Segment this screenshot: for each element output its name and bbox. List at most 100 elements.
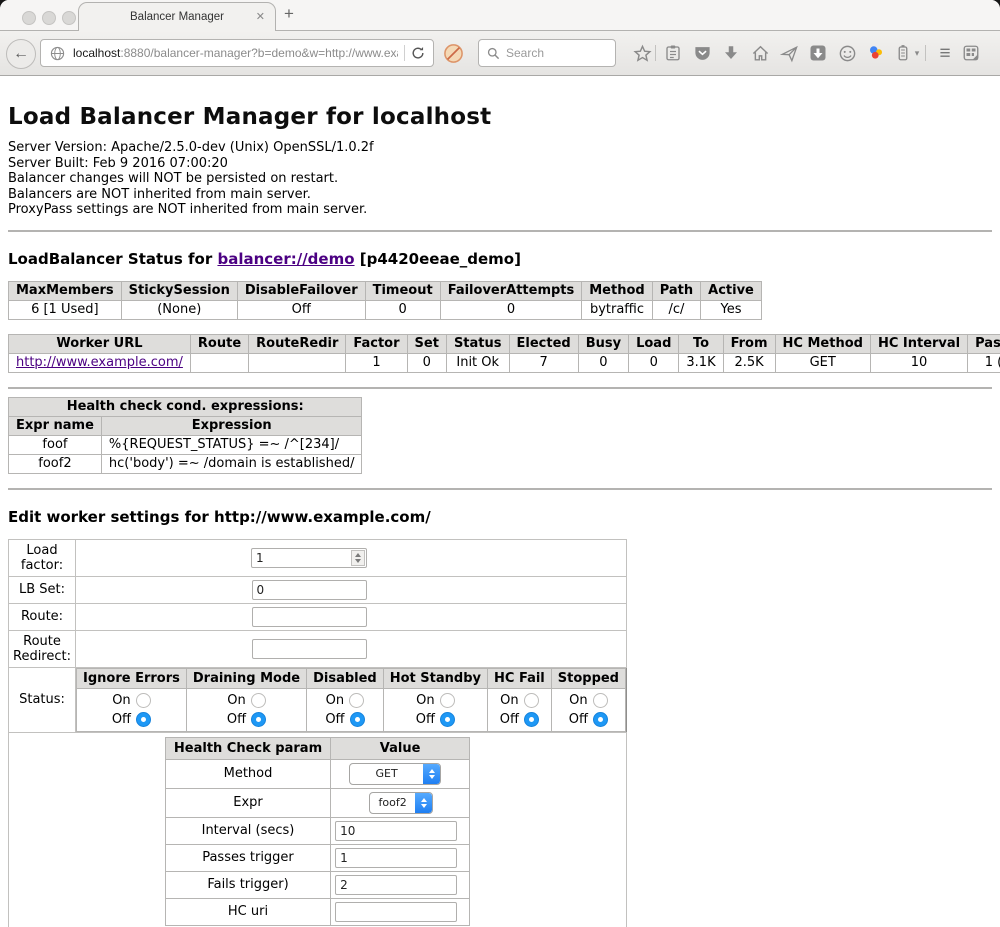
battery-extension-icon[interactable] [893, 43, 913, 63]
balancer-header-row: MaxMembers StickySession DisableFailover… [9, 281, 762, 300]
bookmarks-menu-icon[interactable] [663, 43, 683, 63]
navigation-toolbar: ← localhost:8880/balancer-manager?b=demo… [0, 31, 1000, 76]
hc-interval-row: Interval (secs) [165, 817, 469, 844]
hc-fail-on-radio[interactable] [524, 693, 539, 708]
toolbar-separator [925, 45, 926, 61]
home-icon[interactable] [750, 43, 770, 63]
worker-settings-form: Load factor: LB Set: Route: Route Redire… [8, 539, 627, 927]
pocket-icon[interactable] [692, 43, 712, 63]
stopped-off-radio[interactable] [593, 712, 608, 727]
disabled-off-radio[interactable] [350, 712, 365, 727]
loadbalancer-status-heading: LoadBalancer Status for balancer://demo … [8, 250, 992, 268]
url-divider [404, 45, 405, 61]
window-zoom-button[interactable] [62, 11, 76, 25]
lb-set-row: LB Set: [9, 576, 627, 603]
health-check-param-table: Health Check param Value Method GET [165, 737, 470, 926]
hc-fails-input[interactable] [335, 875, 457, 895]
window-minimize-button[interactable] [42, 11, 56, 25]
status-radio-row: On Off On Off On Off [77, 688, 626, 731]
balancer-status-table: MaxMembers StickySession DisableFailover… [8, 281, 762, 320]
hc-fails-label: Fails trigger) [165, 871, 330, 898]
draining-mode-off-radio[interactable] [251, 712, 266, 727]
grid-extension-icon[interactable] [961, 43, 981, 63]
hot-standby-off-radio[interactable] [440, 712, 455, 727]
select-stepper-icon [415, 793, 432, 813]
reload-icon[interactable] [411, 46, 425, 60]
browser-window: Balancer Manager ✕ + ← localhost:8880/ba… [0, 0, 1000, 927]
back-button[interactable]: ← [6, 39, 36, 69]
search-bar[interactable]: Search [478, 39, 616, 67]
divider [8, 230, 992, 232]
ignore-errors-off-radio[interactable] [136, 712, 151, 727]
hot-standby-on-radio[interactable] [440, 693, 455, 708]
bookmark-star-icon[interactable] [632, 43, 652, 63]
worker-status-table: Worker URL Route RouteRedir Factor Set S… [8, 334, 1000, 373]
hc-fails-row: Fails trigger) [165, 871, 469, 898]
inherit-note-line: Balancers are NOT inherited from main se… [8, 187, 311, 202]
persist-note-line: Balancer changes will NOT be persisted o… [8, 171, 338, 186]
lb-set-input[interactable] [252, 580, 367, 600]
globe-icon [47, 43, 67, 63]
hc-header-row: Health Check param Value [165, 737, 469, 759]
back-icon: ← [13, 45, 29, 63]
hc-method-select[interactable]: GET [349, 763, 441, 785]
route-redirect-row: Route Redirect: [9, 630, 627, 667]
disabled-on-radio[interactable] [349, 693, 364, 708]
balancer-data-row: 6 [1 Used] (None) Off 0 0 bytraffic /c/ … [9, 300, 762, 319]
hc-fail-off-radio[interactable] [524, 712, 539, 727]
download-square-icon[interactable] [808, 43, 828, 63]
proxypass-note-line: ProxyPass settings are NOT inherited fro… [8, 202, 367, 217]
edit-worker-heading: Edit worker settings for http://www.exam… [8, 508, 992, 526]
expr-row-foof: foof %{REQUEST_STATUS} =~ /^[234]/ [9, 435, 362, 454]
hc-expr-label: Expr [165, 788, 330, 817]
ignore-errors-on-radio[interactable] [136, 693, 151, 708]
select-stepper-icon [423, 764, 440, 784]
hc-uri-input[interactable] [335, 902, 457, 922]
worker-url-link[interactable]: http://www.example.com/ [16, 355, 183, 370]
hc-method-row: Method GET [165, 759, 469, 788]
tab-balancer-manager[interactable]: Balancer Manager ✕ [78, 2, 276, 31]
worker-data-row: http://www.example.com/ 1 0 Init Ok 7 0 … [9, 353, 1000, 372]
server-version-line: Server Version: Apache/2.5.0-dev (Unix) … [8, 140, 374, 155]
search-placeholder: Search [506, 46, 544, 60]
draining-mode-on-radio[interactable] [251, 693, 266, 708]
balancer-demo-link[interactable]: balancer://demo [217, 250, 354, 268]
hc-interval-label: Interval (secs) [165, 817, 330, 844]
hc-method-label: Method [165, 759, 330, 788]
divider [8, 387, 992, 389]
feedback-smiley-icon[interactable] [837, 43, 857, 63]
route-redirect-input[interactable] [252, 639, 367, 659]
hc-uri-row: HC uri [165, 898, 469, 925]
menu-icon[interactable]: ≡ [935, 43, 955, 63]
status-row: Status: Ignore Errors Draining Mode Disa… [9, 667, 627, 732]
status-header-row: Ignore Errors Draining Mode Disabled Hot… [77, 668, 626, 688]
route-input[interactable] [252, 607, 367, 627]
send-icon[interactable] [779, 43, 799, 63]
dropdown-caret-icon[interactable]: ▾ [911, 43, 923, 63]
route-label: Route: [9, 603, 76, 630]
divider [8, 488, 992, 490]
downloads-icon[interactable] [721, 43, 741, 63]
number-spinner-icon[interactable] [351, 550, 365, 566]
status-options-table: Ignore Errors Draining Mode Disabled Hot… [76, 668, 626, 732]
new-tab-button[interactable]: + [284, 4, 294, 24]
stopped-on-radio[interactable] [593, 693, 608, 708]
hc-passes-row: Passes trigger [165, 844, 469, 871]
colors-extension-icon[interactable] [866, 43, 886, 63]
content-block-icon[interactable] [442, 42, 464, 64]
hc-passes-label: Passes trigger [165, 844, 330, 871]
hc-uri-label: HC uri [165, 898, 330, 925]
lb-set-label: LB Set: [9, 576, 76, 603]
hc-interval-input[interactable] [335, 821, 457, 841]
tab-close-icon[interactable]: ✕ [256, 10, 265, 23]
route-row: Route: [9, 603, 627, 630]
url-bar[interactable]: localhost:8880/balancer-manager?b=demo&w… [40, 39, 434, 67]
load-factor-input[interactable] [251, 548, 367, 568]
url-text[interactable]: localhost:8880/balancer-manager?b=demo&w… [73, 46, 398, 60]
server-built-line: Server Built: Feb 9 2016 07:00:20 [8, 156, 228, 171]
expr-title-row: Health check cond. expressions: [9, 397, 362, 416]
hc-passes-input[interactable] [335, 848, 457, 868]
hc-expr-select[interactable]: foof2 [369, 792, 433, 814]
window-close-button[interactable] [22, 11, 36, 25]
tab-title: Balancer Manager [130, 11, 224, 23]
